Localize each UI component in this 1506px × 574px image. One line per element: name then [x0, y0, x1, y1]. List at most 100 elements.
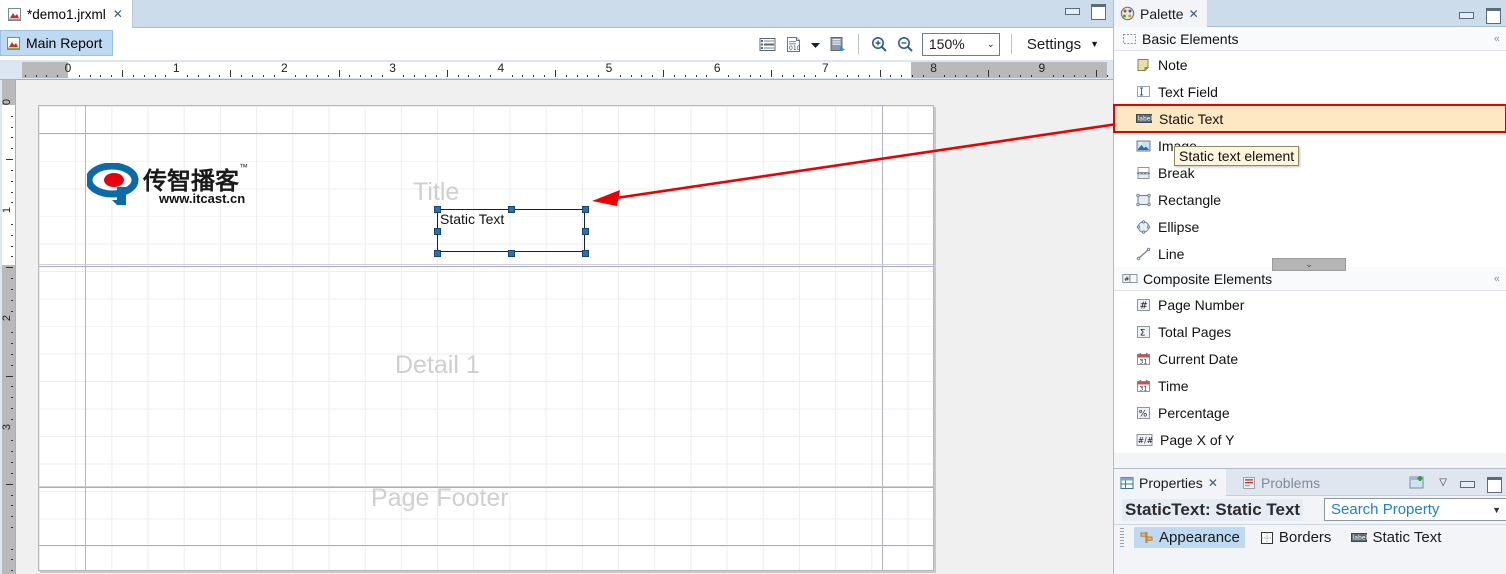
- palette-item-static-text[interactable]: label Static Text: [1113, 104, 1506, 133]
- resize-handle-s[interactable]: [508, 250, 515, 257]
- ruler-tick: [1106, 75, 1108, 77]
- resize-handle-sw[interactable]: [434, 250, 441, 257]
- vertical-ruler[interactable]: 0 1 2 3: [0, 80, 16, 574]
- palette-item-rectangle[interactable]: Rectangle: [1114, 186, 1506, 213]
- maximize-icon[interactable]: [1486, 476, 1502, 493]
- close-icon[interactable]: ✕: [1189, 7, 1199, 21]
- new-view-icon[interactable]: [1409, 475, 1426, 490]
- total-pages-icon: Σ: [1136, 325, 1151, 339]
- ruler-tick: [857, 75, 859, 77]
- editor-window-buttons: [1065, 4, 1106, 20]
- vruler-tick: [11, 288, 13, 290]
- palette-item-current-date[interactable]: 31 Current Date: [1114, 345, 1506, 372]
- ruler-tick: [381, 75, 383, 77]
- report-editor-area: *demo1.jrxml ✕ Main Report 010 150% ⌄ Se…: [0, 0, 1113, 574]
- report-data-icon[interactable]: 010: [784, 35, 803, 54]
- resize-handle-ne[interactable]: [582, 206, 589, 213]
- maximize-icon[interactable]: [1485, 7, 1501, 24]
- band-separator-title[interactable]: [39, 264, 933, 265]
- ruler-tick: [208, 75, 210, 77]
- zoom-out-icon[interactable]: [896, 35, 915, 54]
- resize-handle-nw[interactable]: [434, 206, 441, 213]
- close-icon[interactable]: ✕: [1208, 476, 1218, 490]
- report-logo-image[interactable]: 传智播客 ™ www.itcast.cn: [87, 161, 248, 213]
- zoom-in-icon[interactable]: [870, 35, 889, 54]
- palette-item-ellipse[interactable]: Ellipse: [1114, 213, 1506, 240]
- svg-text:label: label: [1353, 535, 1367, 542]
- palette-item-label: Time: [1158, 377, 1189, 394]
- selected-static-text-element[interactable]: Static Text: [434, 206, 589, 257]
- page-margin-right: [882, 106, 883, 570]
- svg-text:#/#: #/#: [1138, 435, 1153, 444]
- palette-group-body: Note Text Field label Static Text Image Break…: [1113, 51, 1506, 267]
- palette-item-page-x-of-y[interactable]: #/# Page X of Y: [1114, 426, 1506, 453]
- ruler-tick: [998, 75, 1000, 77]
- ruler-number: 2: [281, 61, 288, 75]
- palette-item-label: Rectangle: [1158, 191, 1222, 208]
- main-report-tab[interactable]: Main Report: [0, 30, 114, 56]
- palette-item-break[interactable]: Break: [1114, 159, 1506, 186]
- report-design-canvas[interactable]: 传智播客 ™ www.itcast.cn Title Detail 1 Page…: [16, 80, 1113, 574]
- view-tab-properties[interactable]: Properties ✕: [1114, 469, 1226, 496]
- minimize-icon[interactable]: [1460, 477, 1475, 489]
- ruler-tick: [771, 70, 773, 77]
- palette-scroll-down-button[interactable]: ⌄: [1272, 258, 1346, 271]
- collapse-icon[interactable]: «: [1494, 33, 1500, 45]
- tab-static-text[interactable]: label Static Text: [1346, 527, 1446, 548]
- palette-item-total-pages[interactable]: Σ Total Pages: [1114, 318, 1506, 345]
- palette-item-label: Page Number: [1158, 296, 1245, 313]
- close-icon[interactable]: ✕: [113, 8, 123, 20]
- ruler-tick: [901, 75, 903, 77]
- palette-group-basic-elements[interactable]: Basic Elements «: [1114, 27, 1506, 51]
- tab-appearance[interactable]: Appearance: [1134, 527, 1245, 548]
- ruler-tick: [273, 75, 275, 77]
- palette-item-label: Line: [1158, 245, 1185, 262]
- static-text-icon: label: [1136, 112, 1152, 125]
- chevron-down-icon: ⌄: [986, 38, 995, 50]
- palette-group-label: Composite Elements: [1143, 270, 1273, 287]
- resize-handle-se[interactable]: [582, 250, 589, 257]
- vruler-tick: [6, 483, 13, 485]
- zoom-level-combo[interactable]: 150% ⌄: [921, 32, 1000, 56]
- composite-elements-icon: #: [1122, 272, 1138, 286]
- collapse-icon[interactable]: «: [1494, 273, 1500, 285]
- dropdown-arrow-icon[interactable]: [810, 35, 821, 54]
- vruler-tick: [11, 169, 13, 171]
- palette-item-time[interactable]: 31 Time: [1114, 372, 1506, 399]
- settings-label: Settings: [1026, 35, 1082, 53]
- itcast-logo-mark: [87, 163, 139, 207]
- chevron-down-icon: ▼: [1090, 39, 1099, 49]
- tab-borders[interactable]: Borders: [1255, 527, 1337, 548]
- minimize-icon[interactable]: [1459, 8, 1474, 20]
- palette-item-text-field[interactable]: Text Field: [1114, 78, 1506, 105]
- dataset-icon[interactable]: [758, 35, 777, 54]
- palette-item-note[interactable]: Note: [1114, 51, 1506, 78]
- settings-button[interactable]: Settings ▼: [1023, 36, 1103, 53]
- resize-handle-e[interactable]: [582, 228, 589, 235]
- ruler-tick: [327, 75, 329, 77]
- palette-item-percentage[interactable]: % Percentage: [1114, 399, 1506, 426]
- maximize-icon[interactable]: [1090, 4, 1106, 20]
- view-menu-icon[interactable]: ▽: [1439, 477, 1447, 488]
- drag-handle[interactable]: [1120, 527, 1124, 548]
- report-page[interactable]: 传智播客 ™ www.itcast.cn Title Detail 1 Page…: [38, 105, 934, 571]
- search-property-input[interactable]: Search Property ▼: [1324, 498, 1506, 521]
- ruler-tick: [976, 75, 978, 77]
- static-text-icon: label: [1351, 531, 1368, 544]
- horizontal-ruler[interactable]: 0 1 2 3 4 5 6 7 8 9: [0, 60, 1113, 80]
- ruler-tick: [295, 75, 297, 77]
- palette-item-image[interactable]: Image: [1114, 132, 1506, 159]
- view-tab-problems[interactable]: Problems: [1236, 469, 1328, 496]
- ruler-tick: [879, 70, 881, 77]
- editor-tab-demo1[interactable]: *demo1.jrxml ✕: [0, 0, 133, 28]
- preview-icon[interactable]: [828, 35, 847, 54]
- svg-text:%: %: [1139, 409, 1148, 419]
- minimize-icon[interactable]: [1065, 4, 1080, 16]
- ruler-tick: [425, 75, 427, 77]
- ruler-tick: [479, 75, 481, 77]
- resize-handle-w[interactable]: [434, 228, 441, 235]
- resize-handle-n[interactable]: [508, 206, 515, 213]
- palette-item-page-number[interactable]: # Page Number: [1114, 291, 1506, 318]
- view-tab-palette[interactable]: Palette ✕: [1114, 0, 1207, 27]
- ruler-tick: [197, 75, 199, 77]
